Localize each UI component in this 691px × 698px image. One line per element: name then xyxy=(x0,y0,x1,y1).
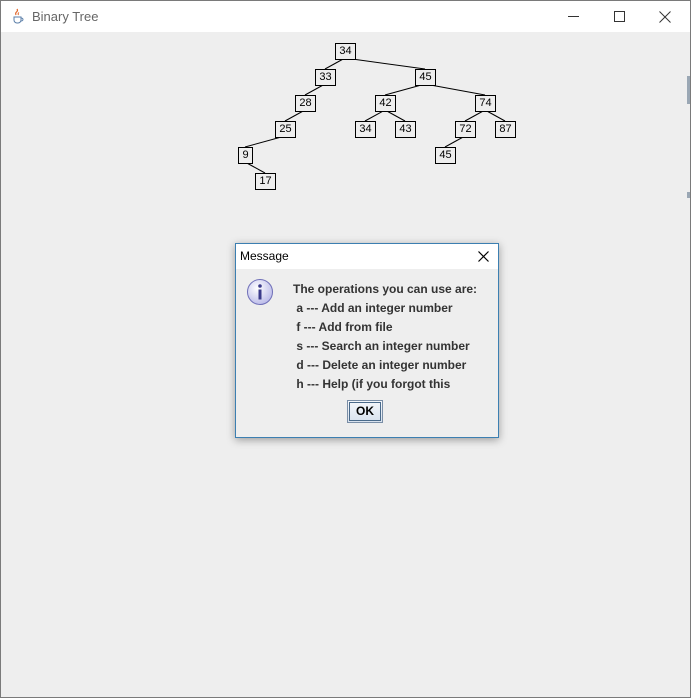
message-line: a --- Add an integer number xyxy=(293,301,453,315)
message-line: h --- Help (if you forgot this xyxy=(293,377,451,391)
tree-node: 43 xyxy=(395,121,416,138)
tree-node: 45 xyxy=(435,147,456,164)
message-line: d --- Delete an integer number xyxy=(293,358,467,372)
tree-edge xyxy=(344,57,426,70)
tree-node: 17 xyxy=(255,173,276,190)
message-dialog: Message The operations you can use are: … xyxy=(235,243,499,438)
dialog-close-button[interactable] xyxy=(468,244,498,269)
close-button[interactable] xyxy=(642,1,688,32)
java-cup-icon xyxy=(13,8,24,24)
tree-node: 28 xyxy=(295,95,316,112)
tree-node: 87 xyxy=(495,121,516,138)
ok-button[interactable]: OK xyxy=(347,400,383,423)
dialog-title: Message xyxy=(240,249,289,263)
minimize-button[interactable] xyxy=(550,1,596,32)
message-line: f --- Add from file xyxy=(293,320,393,334)
window-title: Binary Tree xyxy=(32,9,99,24)
close-icon xyxy=(477,251,489,262)
dialog-title-bar[interactable]: Message xyxy=(236,244,498,269)
app-window: Binary Tree 34 33 45 28 42 74 25 34 43 7… xyxy=(0,0,691,698)
tree-node: 9 xyxy=(238,147,253,164)
tree-node: 33 xyxy=(315,69,336,86)
info-icon xyxy=(247,279,273,305)
dialog-message: The operations you can use are: a --- Ad… xyxy=(293,280,477,394)
tree-node: 42 xyxy=(375,95,396,112)
tree-node: 45 xyxy=(415,69,436,86)
close-icon xyxy=(659,10,671,23)
maximize-button[interactable] xyxy=(596,1,642,32)
tree-node: 25 xyxy=(275,121,296,138)
tree-node: 34 xyxy=(335,43,356,60)
title-bar[interactable]: Binary Tree xyxy=(1,1,690,32)
maximize-icon xyxy=(613,11,625,22)
message-line: s --- Search an integer number xyxy=(293,339,470,353)
tree-node: 74 xyxy=(475,95,496,112)
background-window-fragment xyxy=(687,76,690,104)
minimize-icon xyxy=(567,16,579,17)
tree-node: 72 xyxy=(455,121,476,138)
message-line: The operations you can use are: xyxy=(293,282,478,296)
background-window-fragment xyxy=(687,192,690,198)
tree-node: 34 xyxy=(355,121,376,138)
